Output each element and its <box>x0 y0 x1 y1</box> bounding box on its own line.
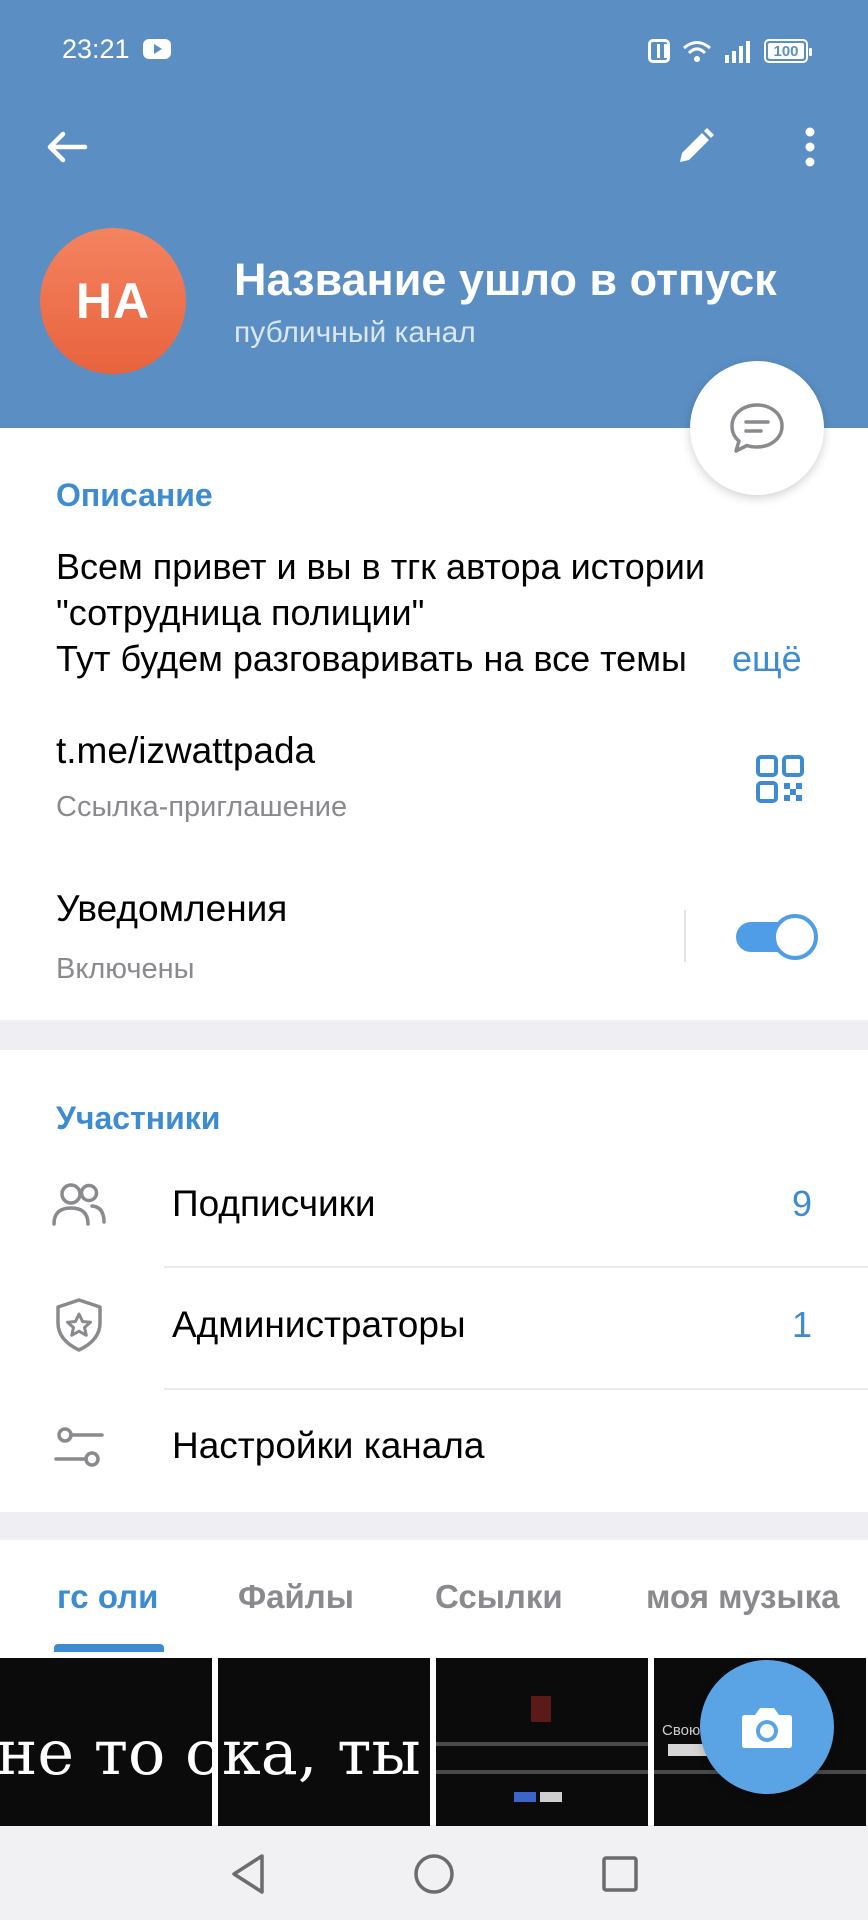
channel-avatar[interactable]: НА <box>40 228 186 374</box>
chat-bubble-icon <box>730 403 784 453</box>
subscribers-row[interactable]: Подписчики <box>172 1183 376 1225</box>
pencil-icon <box>680 128 714 162</box>
sliders-icon <box>50 1418 108 1476</box>
active-tab-indicator <box>54 1644 164 1652</box>
arrow-left-icon <box>47 131 88 163</box>
status-icons: 100 <box>648 36 812 66</box>
status-time: 23:21 <box>62 34 130 64</box>
notifications-toggle[interactable] <box>734 914 818 960</box>
notifications-status: Включены <box>56 953 195 985</box>
circle-home-icon <box>414 1854 454 1894</box>
notifications-title: Уведомления <box>56 888 288 929</box>
administrators-row[interactable]: Администраторы <box>172 1304 466 1346</box>
battery-level: 100 <box>773 42 799 60</box>
tab-music[interactable]: моя музыка <box>646 1578 839 1616</box>
channel-subtitle: публичный канал <box>234 316 476 349</box>
invite-link[interactable]: t.me/izwattpada <box>56 730 315 772</box>
invite-link-caption: Ссылка-приглашение <box>56 791 348 823</box>
members-heading: Участники <box>56 1100 221 1136</box>
channel-settings-row[interactable]: Настройки канала <box>172 1425 484 1467</box>
discussion-button[interactable] <box>690 361 824 495</box>
thumbnail-caption: Свою <box>662 1722 701 1739</box>
thumbnail-caption: ка, ты <box>222 1716 421 1789</box>
subscribers-count: 9 <box>791 1183 812 1224</box>
square-recents-icon <box>602 1856 638 1892</box>
divider <box>684 910 686 962</box>
nav-home-button[interactable] <box>406 1846 462 1902</box>
show-more-link[interactable]: ещё <box>732 636 802 682</box>
back-button[interactable] <box>32 112 102 182</box>
nav-recents-button[interactable] <box>592 1846 648 1902</box>
people-icon <box>50 1176 108 1234</box>
description-heading: Описание <box>56 477 213 513</box>
tab-files[interactable]: Файлы <box>238 1578 354 1616</box>
tab-voice[interactable]: гс оли <box>57 1578 158 1616</box>
media-thumbnail[interactable]: не то с <box>0 1658 212 1826</box>
nfc-icon <box>648 39 670 63</box>
thumbnail-caption: не то с <box>0 1716 212 1789</box>
signal-icon <box>724 39 752 63</box>
more-menu-button[interactable] <box>775 112 845 182</box>
camera-button[interactable] <box>700 1660 834 1794</box>
row-divider <box>164 1266 868 1268</box>
media-thumbnail[interactable]: ка, ты <box>218 1658 430 1826</box>
more-vertical-icon <box>805 127 815 167</box>
media-thumbnail[interactable] <box>436 1658 648 1826</box>
triangle-back-icon <box>232 1854 264 1894</box>
row-divider <box>164 1388 868 1390</box>
qr-code-icon[interactable] <box>756 755 804 803</box>
shield-star-icon <box>50 1296 108 1354</box>
camera-icon <box>742 1708 792 1748</box>
status-bar: 23:21 100 <box>0 0 868 100</box>
youtube-icon <box>143 39 171 59</box>
edit-button[interactable] <box>660 112 730 182</box>
system-navigation-bar <box>0 1826 868 1920</box>
wifi-icon <box>682 39 712 63</box>
nav-back-button[interactable] <box>220 1846 276 1902</box>
administrators-count: 1 <box>791 1304 812 1345</box>
tab-links[interactable]: Ссылки <box>435 1578 563 1616</box>
battery-icon: 100 <box>764 39 812 63</box>
channel-title: Название ушло в отпуск <box>234 254 777 305</box>
